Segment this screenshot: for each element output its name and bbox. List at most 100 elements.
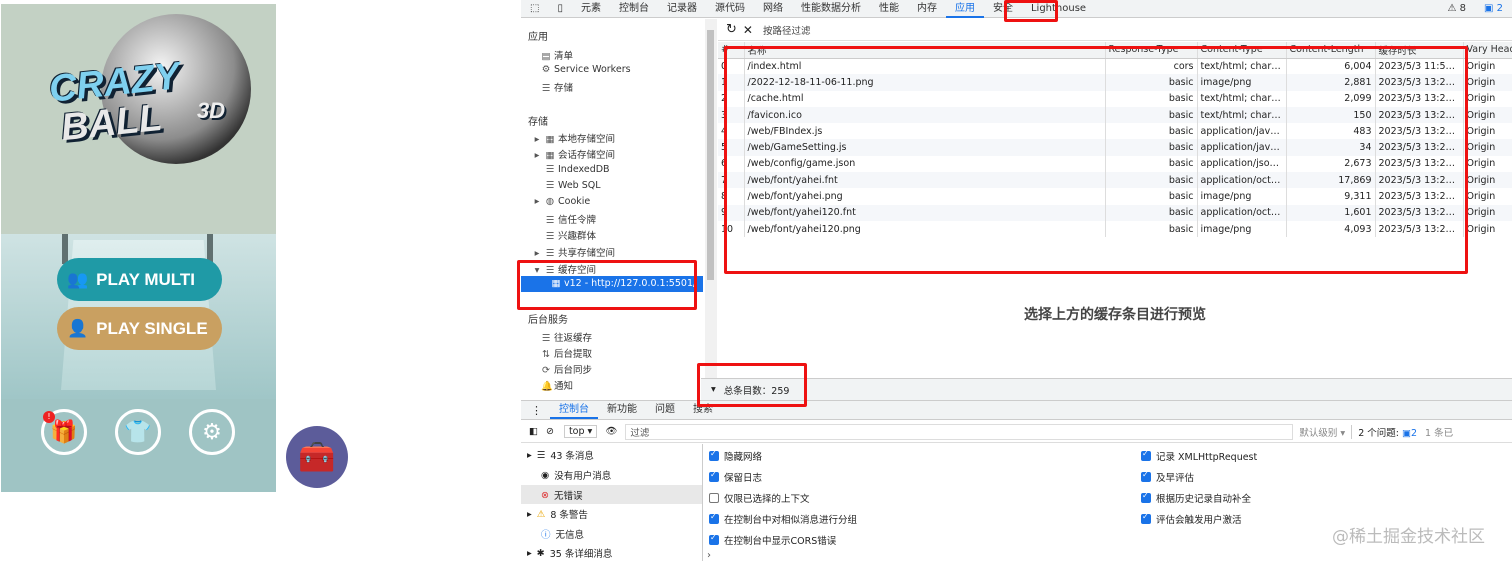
tab-6[interactable]: 性能 [870,0,908,18]
console-option[interactable]: 及早评估 [1141,470,1194,484]
console-option-label: 评估会触发用户激活 [1156,515,1242,526]
database-icon: ☰ [541,333,551,344]
sidebar-scroll-thumb[interactable] [707,30,714,280]
checkbox[interactable] [709,533,719,545]
tab-3[interactable]: 源代码 [706,0,754,18]
tab-7[interactable]: 内存 [908,0,946,18]
sidebar-item-interest-groups[interactable]: ☰ 兴趣群体 [545,228,596,242]
console-side-verbose[interactable]: ▸ ✱ 35 条详细消息 [527,546,612,561]
table-cell: Origin [1463,172,1512,189]
console-option[interactable]: 根据历史记录自动补全 [1141,491,1251,505]
console-side-messages[interactable]: ▸ ☰ 43 条消息 [527,448,594,463]
sidebar-item-cookie[interactable]: ▸ ◍ Cookie [532,196,591,207]
sidebar-item-trust-tokens[interactable]: ☰ 信任令牌 [545,212,596,226]
arrows-updown-icon: ⇅ [542,349,550,360]
column-header[interactable]: Vary Header [1463,42,1512,59]
play-multi-label: PLAY MULTI [96,269,196,289]
sidebar-toggle-icon[interactable]: ◧ [529,426,538,437]
sidebar-item-label: 后台同步 [554,365,593,376]
tab-8[interactable]: 应用 [945,0,984,18]
drawer-tab-1[interactable]: 新功能 [598,401,646,419]
issues-badge[interactable]: ▣ 2 [1475,0,1512,18]
console-filter-input[interactable]: 过滤 [625,423,1294,440]
tab-4[interactable]: 网络 [754,0,792,18]
checkbox[interactable] [709,449,719,461]
play-multi-button[interactable]: 👥 PLAY MULTI [57,258,222,301]
refresh-icon[interactable]: ↻ [726,22,737,37]
console-option[interactable]: 仅限已选择的上下文 [709,491,810,505]
shirt-button[interactable]: 👕 [115,409,161,455]
console-option[interactable]: 在控制台中显示CORS错误 [709,533,836,547]
settings-button[interactable]: ⚙ [189,409,235,455]
context-select[interactable]: top ▾ [563,425,598,438]
console-side-info[interactable]: ⓘ 无信息 [541,527,584,541]
highlight-cache-entry [517,260,697,310]
sidebar-item-label: 往返缓存 [554,333,593,344]
drawer-tab-2[interactable]: 问题 [646,401,684,419]
checkbox[interactable] [1141,512,1151,524]
app-section-header: 应用 [528,32,548,43]
sidebar-item-bg-sync[interactable]: ⟳ 后台同步 [541,362,592,376]
console-side-errors[interactable]: ⊗ 无错误 [541,488,582,503]
tab-2[interactable]: 记录器 [658,0,706,18]
expand-arrow-icon: ▸ [534,248,540,259]
sidebar-item-notifications[interactable]: 🔔通知 [541,378,573,392]
console-option[interactable]: 隐藏网络 [709,449,762,463]
console-side-label: 无信息 [555,530,585,541]
warnings-badge[interactable]: ⚠ 8 [1438,0,1475,18]
log-level-select[interactable]: 默认级别 ▾ [1299,425,1345,439]
console-option-label: 保留日志 [724,473,763,484]
console-option[interactable]: 记录 XMLHttpRequest [1141,449,1257,463]
shirt-icon: 👕 [124,419,152,445]
play-single-button[interactable]: 👤 PLAY SINGLE [57,307,222,350]
console-option[interactable]: 在控制台中对相似消息进行分组 [709,512,857,526]
console-side-user[interactable]: ◉ 没有用户消息 [541,468,611,483]
sidebar-item-local-storage[interactable]: ▸ ▦ 本地存储空间 [532,131,615,145]
inspect-icon[interactable]: ⬚ [521,0,548,18]
warnings-count: 8 [1459,2,1466,14]
treasure-chest-icon: 🧰 [298,439,336,475]
checkbox[interactable] [709,470,719,482]
checkbox[interactable] [709,512,719,524]
database-icon: ☰ [541,83,551,94]
sidebar-item-manifest[interactable]: ▤ 清单 [541,48,574,62]
console-option-label: 记录 XMLHttpRequest [1156,452,1258,463]
sidebar-item-session-storage[interactable]: ▸ ▦ 会话存储空间 [532,147,615,161]
sidebar-item-service-workers[interactable]: ⚙ Service Workers [541,64,631,75]
gift-icon: 🎁 [50,419,78,445]
sidebar-item-bfcache[interactable]: ☰ 往返缓存 [541,330,592,344]
tab-1[interactable]: 控制台 [610,0,658,18]
checkbox[interactable] [709,493,719,503]
sidebar-item-bg-fetch[interactable]: ⇅ 后台提取 [541,346,592,360]
sidebar-item-shared-storage[interactable]: ▸ ☰ 共享存储空间 [532,245,615,259]
sidebar-item-web-sql[interactable]: ☰ Web SQL [545,180,601,191]
checkbox[interactable] [1141,470,1151,482]
tab-5[interactable]: 性能数据分析 [792,0,870,18]
path-filter-input[interactable]: 按路径过滤 [763,23,811,37]
drawer-tab-0[interactable]: 控制台 [550,401,598,419]
tab-0[interactable]: 元素 [572,0,610,18]
clear-icon[interactable]: ✕ [743,23,753,37]
highlight-application-tab [1004,0,1058,22]
console-prompt-icon[interactable]: › [707,550,711,561]
console-option[interactable]: 保留日志 [709,470,762,484]
bug-icon: ✱ [536,547,545,559]
table-cell: Origin [1463,155,1512,173]
console-option[interactable]: 评估会触发用户激活 [1141,512,1242,526]
eye-icon[interactable]: 👁 [605,426,617,437]
checkbox[interactable] [1141,491,1151,503]
device-toolbar-icon[interactable]: ▯ [548,0,572,18]
checkbox[interactable] [1141,449,1151,461]
table-cell: Origin [1463,90,1512,107]
game-canvas[interactable]: CRAZY BALL 3D 👥 PLAY MULTI 👤 PLAY SINGLE 🎁… [1,4,276,492]
drawer-menu-icon[interactable]: ⋮ [531,404,542,417]
issues-button[interactable]: 2 个问题: ▣2 [1351,424,1418,439]
sidebar-item-indexeddb[interactable]: ☰ IndexedDB [545,164,610,175]
expand-arrow-icon: ▸ [527,508,532,520]
clear-console-icon[interactable]: ⊘ [546,426,554,437]
issues-counter: ▣2 [1402,427,1418,439]
console-option-label: 仅限已选择的上下文 [724,494,810,505]
treasure-chest-button[interactable]: 🧰 [286,426,348,488]
console-side-warnings[interactable]: ▸ ⚠ 8 条警告 [527,507,588,522]
sidebar-item-storage[interactable]: ☰ 存储 [541,80,573,94]
